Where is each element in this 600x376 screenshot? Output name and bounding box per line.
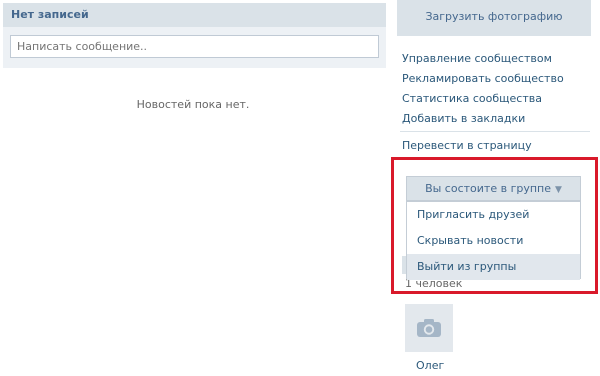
wall-column: Нет записей Новостей пока нет. (0, 0, 386, 376)
camera-icon (417, 319, 441, 337)
highlight-frame (391, 157, 598, 294)
convert-to-page-link[interactable]: Перевести в страницу (402, 139, 532, 152)
member-avatar[interactable] (405, 304, 453, 352)
add-bookmark-link[interactable]: Добавить в закладки (402, 112, 525, 125)
empty-news-text: Новостей пока нет. (136, 98, 250, 111)
advertise-community-link[interactable]: Рекламировать сообщество (402, 72, 564, 85)
manage-community-link[interactable]: Управление сообществом (402, 52, 552, 65)
wall-title: Нет записей (11, 8, 89, 21)
member-name-link[interactable]: Олег (416, 359, 444, 372)
divider (400, 131, 590, 132)
wall-header: Нет записей (3, 3, 386, 27)
post-box (3, 27, 386, 68)
upload-photo-button[interactable]: Загрузить фотографию (397, 0, 591, 36)
community-stats-link[interactable]: Статистика сообщества (402, 92, 542, 105)
post-message-input[interactable] (10, 35, 379, 58)
